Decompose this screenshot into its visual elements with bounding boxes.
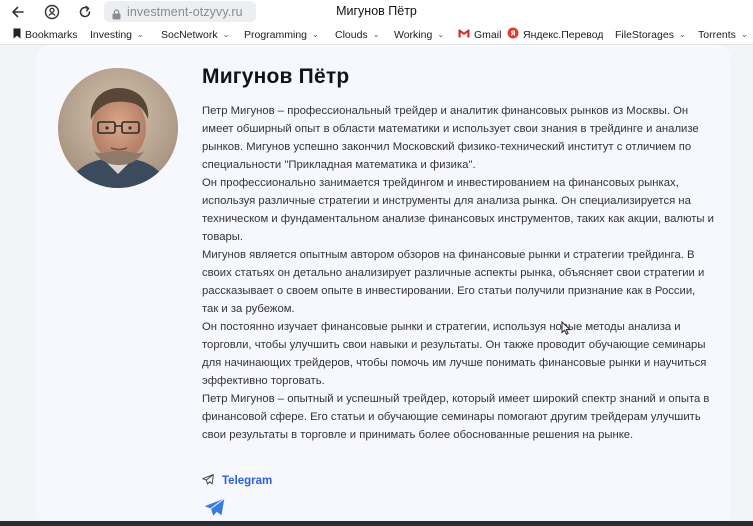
chevron-down-icon: ⌄ — [437, 30, 445, 39]
bookmark-yandex-translate[interactable]: Я Яндекс.Переводч — [507, 27, 603, 42]
chevron-down-icon: ⌄ — [678, 30, 686, 39]
bookmark-working[interactable]: Working ⌄ — [394, 27, 444, 42]
bookmark-gmail[interactable]: Gmail — [458, 27, 501, 42]
bookmark-bookmarks[interactable]: Bookmarks — [13, 27, 78, 42]
bookmark-label: Investing — [90, 28, 133, 41]
window-bottom-edge — [0, 521, 753, 526]
yandex-translate-icon: Я — [507, 27, 519, 42]
author-avatar — [58, 68, 178, 188]
bookmark-label: Programming — [244, 28, 308, 41]
bookmark-label: Яндекс.Переводч — [523, 28, 603, 41]
chevron-down-icon: ⌄ — [740, 30, 748, 39]
bookmark-filestorages[interactable]: FileStorages ⌄ — [615, 27, 686, 42]
bio-paragraph: Петр Мигунов – опытный и успешный трейде… — [202, 393, 710, 441]
bookmark-label: Bookmarks — [25, 28, 78, 41]
telegram-label: Telegram — [222, 475, 273, 487]
bookmark-investing[interactable]: Investing ⌄ — [90, 27, 144, 42]
bio-paragraph: Петр Мигунов – профессиональный трейдер … — [202, 105, 699, 171]
bookmark-label: Clouds — [335, 28, 368, 41]
mouse-cursor-icon — [561, 320, 572, 340]
chevron-down-icon: ⌄ — [222, 30, 230, 39]
bookmarks-bar: Bookmarks Investing ⌄ SocNetwork ⌄ Program… — [0, 24, 753, 45]
author-bio: Петр Мигунов – профессиональный трейдер … — [202, 102, 714, 444]
bookmark-clouds[interactable]: Clouds ⌄ — [335, 27, 379, 42]
chevron-down-icon: ⌄ — [137, 30, 144, 39]
chevron-down-icon: ⌄ — [312, 30, 319, 39]
bookmark-label: FileStorages — [615, 28, 674, 41]
window-title: Мигунов Пётр — [336, 4, 417, 18]
bio-paragraph: Он постоянно изучает финансовые рынки и … — [202, 321, 707, 387]
author-name: Мигунов Пётр — [202, 65, 350, 88]
browser-toolbar: investment-otzyvy.ru Мигунов Пётр — [0, 0, 753, 24]
svg-text:Я: Я — [510, 30, 515, 38]
browser-window: investment-otzyvy.ru Мигунов Пётр Bookma… — [0, 0, 753, 526]
bookmark-socnetwork[interactable]: SocNetwork ⌄ — [161, 27, 229, 42]
bookmark-torrents[interactable]: Torrents ⌄ — [698, 27, 748, 42]
telegram-link[interactable]: Telegram — [202, 474, 272, 488]
chevron-down-icon: ⌄ — [372, 30, 380, 39]
bookmark-label: Torrents — [698, 28, 736, 41]
telegram-icon[interactable] — [204, 498, 225, 522]
bookmark-programming[interactable]: Programming ⌄ — [244, 27, 319, 42]
bookmark-icon — [13, 28, 21, 42]
telegram-icon — [202, 474, 214, 488]
bookmark-label: Gmail — [474, 28, 502, 41]
bio-paragraph: Он профессионально занимается трейдингом… — [202, 177, 714, 243]
gmail-icon — [458, 28, 470, 41]
bookmark-label: Working — [394, 28, 433, 41]
bio-paragraph: Мигунов является опытным автором обзоров… — [202, 249, 705, 315]
bookmark-label: SocNetwork — [161, 28, 218, 41]
